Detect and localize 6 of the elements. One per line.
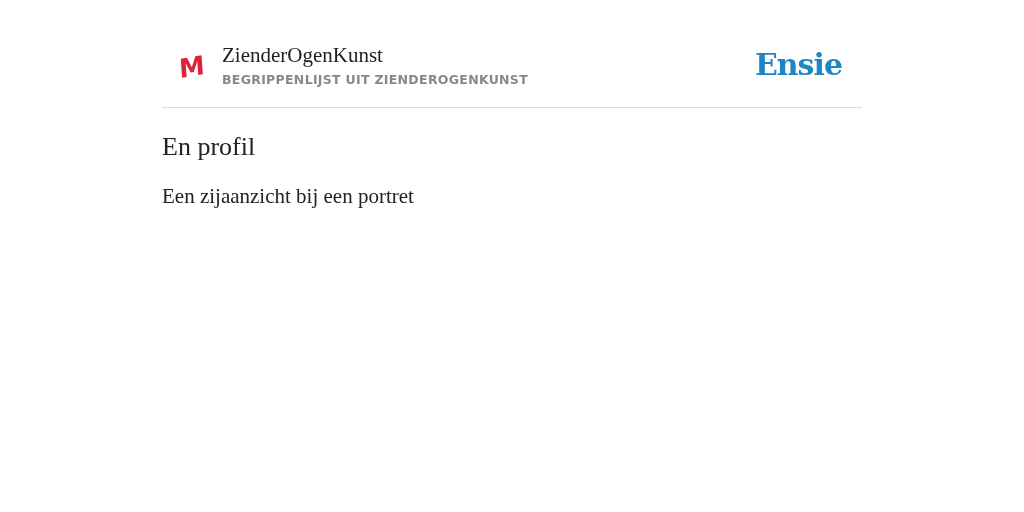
term-definition: Een zijaanzicht bij een portret <box>162 184 415 209</box>
logo-mark[interactable]: M <box>178 51 206 82</box>
site-title[interactable]: ZienderOgenKunst <box>222 42 755 68</box>
term-title: En profil <box>162 132 257 162</box>
brand-logo[interactable]: Ensie <box>754 47 842 82</box>
site-subtitle: BEGRIPPENLIJST UIT ZIENDEROGENKUNST <box>222 72 529 87</box>
